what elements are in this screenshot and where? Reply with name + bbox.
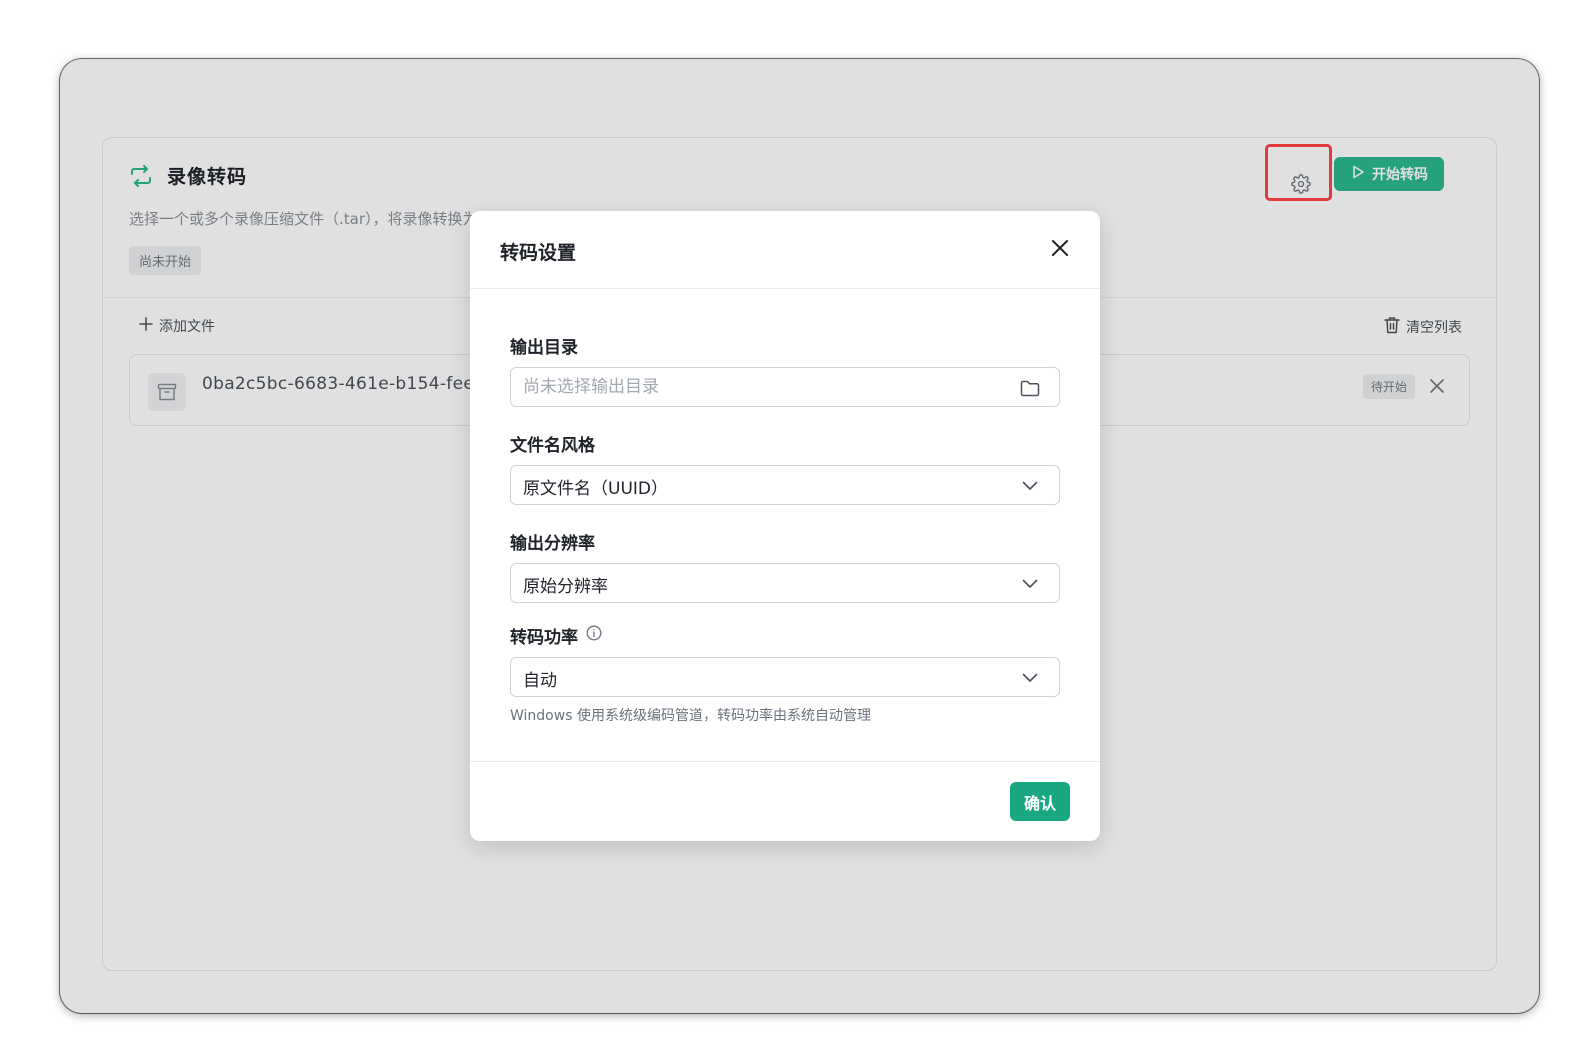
power-value: 自动 [523, 671, 557, 691]
power-hint: Windows 使用系统级编码管道，转码功率由系统自动管理 [510, 708, 871, 724]
chevron-down-icon [1019, 667, 1041, 689]
chevron-down-icon [1019, 573, 1041, 595]
filename-style-label: 文件名风格 [510, 431, 595, 456]
filename-style-select[interactable]: 原文件名（UUID） [510, 465, 1060, 505]
dialog-close-button[interactable] [1046, 236, 1074, 264]
chevron-down-icon [1019, 475, 1041, 497]
confirm-button[interactable]: 确认 [1010, 782, 1070, 821]
dialog-footer: 确认 [470, 761, 1100, 841]
output-dir-label-text: 输出目录 [510, 338, 578, 358]
settings-highlight [1265, 144, 1332, 201]
folder-icon[interactable] [1019, 377, 1041, 399]
info-icon[interactable] [586, 625, 602, 646]
app-window: 录像转码 选择一个或多个录像压缩文件（.tar），将录像转换为 … 格式 尚未开… [60, 59, 1539, 1013]
output-dir-label: 输出目录 [510, 333, 578, 358]
power-label-text: 转码功率 [510, 628, 578, 648]
resolution-label-text: 输出分辨率 [510, 534, 595, 554]
resolution-label: 输出分辨率 [510, 529, 595, 554]
output-dir-field[interactable] [510, 367, 1060, 407]
resolution-select[interactable]: 原始分辨率 [510, 563, 1060, 603]
dialog-title: 转码设置 [500, 242, 577, 264]
close-icon [1051, 239, 1069, 261]
power-label: 转码功率 [510, 623, 602, 648]
resolution-value: 原始分辨率 [523, 577, 608, 597]
output-dir-input[interactable] [511, 368, 991, 406]
transcode-settings-dialog: 转码设置 输出目录 尚未选择输出目录 文件名风格 原文件名（UUID） 输出分辨… [470, 211, 1100, 841]
power-select[interactable]: 自动 [510, 657, 1060, 697]
filename-style-value: 原文件名（UUID） [523, 479, 668, 499]
filename-style-label-text: 文件名风格 [510, 436, 595, 456]
dialog-header: 转码设置 [470, 211, 1100, 289]
